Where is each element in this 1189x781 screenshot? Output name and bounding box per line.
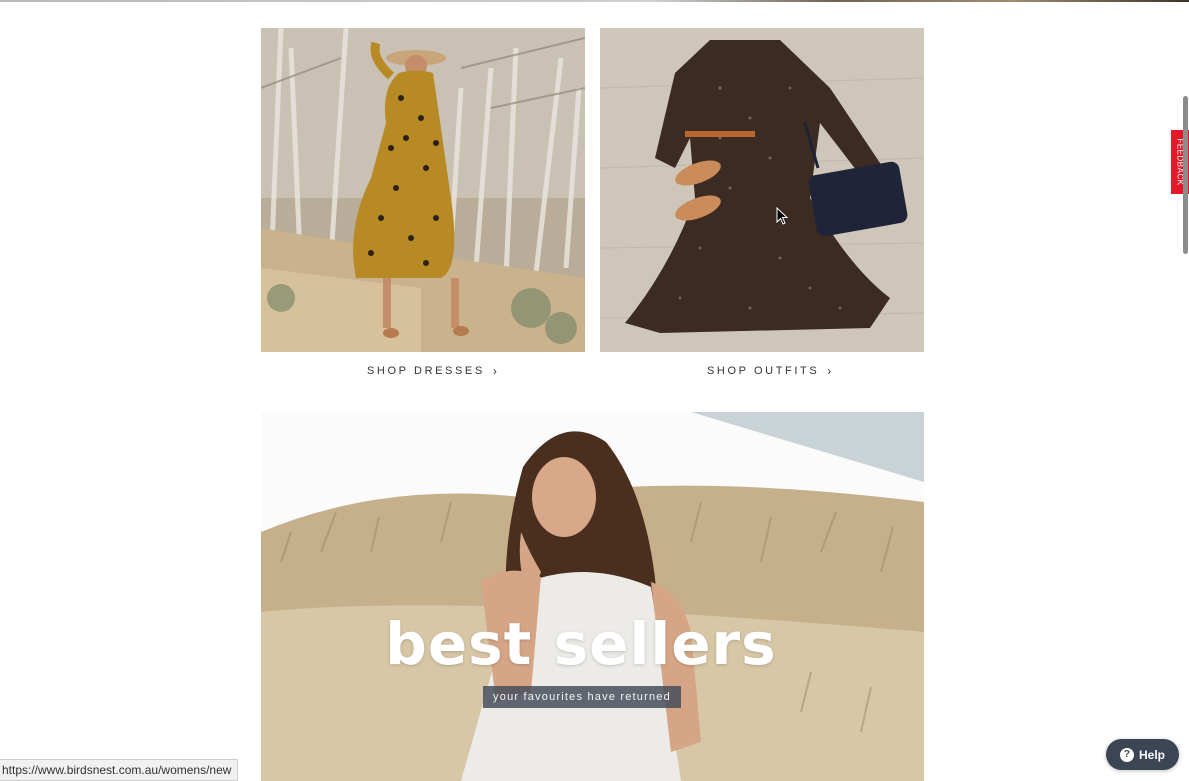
chevron-right-icon: › bbox=[492, 364, 497, 378]
shop-outfits-label: SHOP OUTFITS bbox=[707, 365, 820, 377]
shop-dresses-link[interactable]: SHOP DRESSES › bbox=[367, 363, 497, 379]
best-sellers-banner[interactable]: best sellers your favourites have return… bbox=[261, 412, 924, 781]
hero-title: best sellers bbox=[385, 610, 777, 678]
top-image-strip bbox=[0, 0, 1189, 2]
scrollbar-thumb[interactable] bbox=[1183, 96, 1188, 254]
status-bar-url: https://www.birdsnest.com.au/womens/new bbox=[0, 759, 239, 781]
help-label: Help bbox=[1138, 747, 1165, 762]
chevron-right-icon: › bbox=[827, 364, 832, 378]
shop-dresses-label: SHOP DRESSES bbox=[367, 365, 485, 377]
shop-outfits-link[interactable]: SHOP OUTFITS › bbox=[707, 363, 831, 379]
help-button[interactable]: ? Help bbox=[1106, 739, 1179, 770]
question-icon: ? bbox=[1119, 747, 1134, 762]
hero-subtitle: your favourites have returned bbox=[483, 686, 681, 708]
dresses-image[interactable] bbox=[261, 28, 585, 352]
mouse-cursor-icon bbox=[776, 206, 789, 230]
outfits-image[interactable] bbox=[600, 28, 924, 352]
